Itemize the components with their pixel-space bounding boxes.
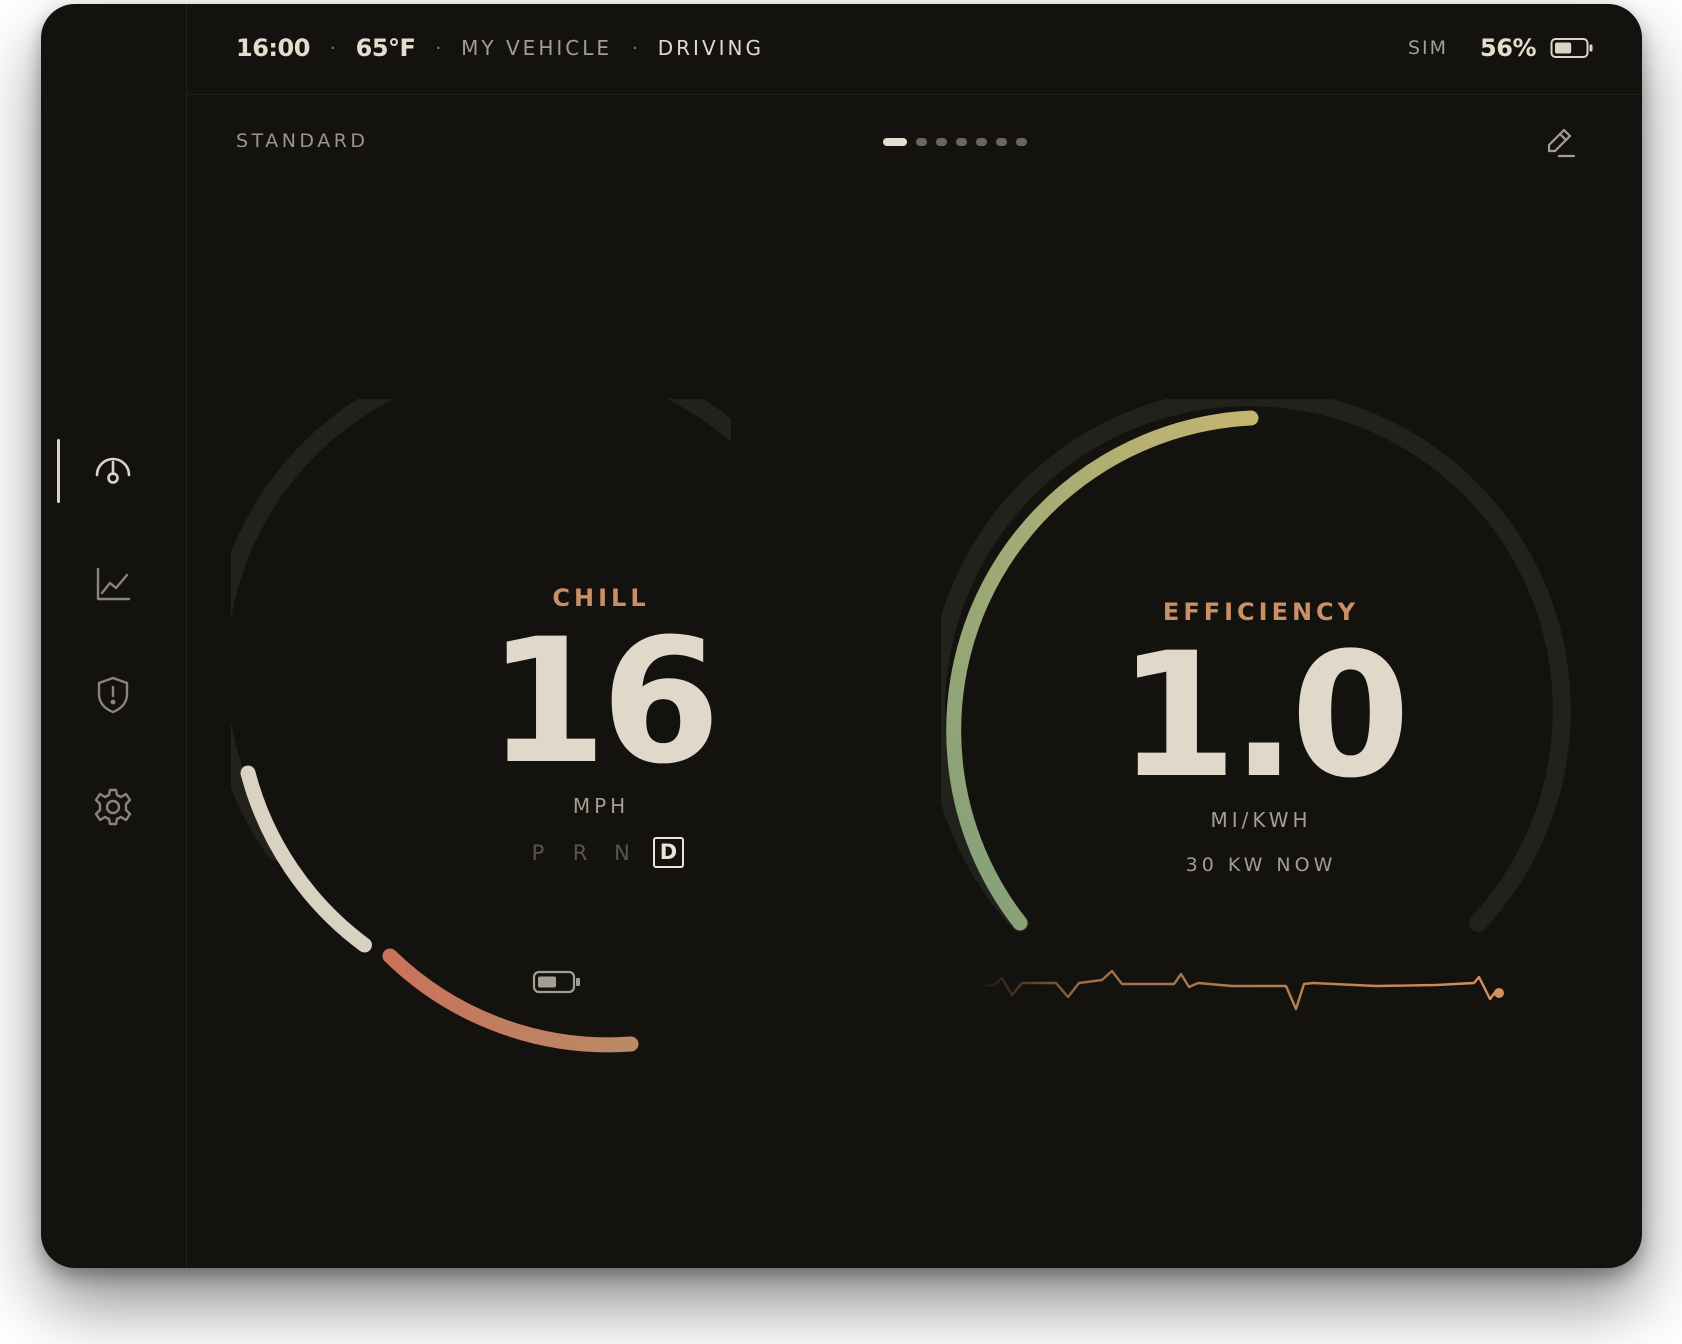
sidebar-item-gauge[interactable] xyxy=(83,441,143,501)
status-right: SIM 56% xyxy=(1408,34,1594,62)
speed-readout: CHILL 16 MPH xyxy=(401,584,801,818)
page-dot[interactable] xyxy=(976,138,987,146)
drive-state: DRIVING xyxy=(657,36,764,60)
speed-unit: MPH xyxy=(572,794,630,818)
active-nav-indicator xyxy=(57,439,60,503)
outside-temperature: 65°F xyxy=(355,34,416,62)
page-dot[interactable] xyxy=(956,138,967,146)
speed-value: 16 xyxy=(487,601,720,802)
sidebar xyxy=(41,4,187,1268)
gear-d[interactable]: D xyxy=(653,837,684,868)
gear-r[interactable]: R xyxy=(569,841,591,865)
regen-arc xyxy=(382,948,639,1053)
gear-p[interactable]: P xyxy=(527,841,549,865)
gear-n[interactable]: N xyxy=(611,841,633,865)
sidebar-item-chart[interactable] xyxy=(83,554,143,614)
edit-button[interactable] xyxy=(1540,122,1580,162)
sidebar-item-settings[interactable] xyxy=(83,777,143,837)
drive-mode-profile[interactable]: STANDARD xyxy=(236,130,369,152)
sparkline-current-point xyxy=(1494,988,1504,998)
gear-icon xyxy=(94,788,132,826)
efficiency-sparkline xyxy=(976,969,1504,1011)
vehicle-name[interactable]: MY VEHICLE xyxy=(461,36,612,60)
page-dot[interactable] xyxy=(916,138,927,146)
page-dot[interactable] xyxy=(936,138,947,146)
separator-dot: · xyxy=(632,37,638,59)
efficiency-value: 1.0 xyxy=(1117,615,1411,816)
separator-dot: · xyxy=(329,37,336,59)
page-dot[interactable] xyxy=(996,138,1007,146)
device-frame: 16:00 · 65°F · MY VEHICLE · DRIVING SIM … xyxy=(41,4,1642,1268)
status-bar: 16:00 · 65°F · MY VEHICLE · DRIVING SIM … xyxy=(187,4,1642,95)
power-now: 30 KW NOW xyxy=(1185,854,1337,876)
pencil-icon xyxy=(1547,128,1576,158)
gear-selector: P R N D xyxy=(527,837,684,868)
battery-percent: 56% xyxy=(1480,34,1536,62)
gauge-icon xyxy=(95,457,131,484)
battery-icon xyxy=(532,970,580,994)
sidebar-item-safety[interactable] xyxy=(83,665,143,725)
chart-icon xyxy=(96,567,131,601)
page-dot[interactable] xyxy=(1016,138,1027,146)
speed-arc xyxy=(240,765,372,953)
sim-badge: SIM xyxy=(1407,37,1449,59)
page-dot-active[interactable] xyxy=(883,138,907,146)
status-left: 16:00 · 65°F · MY VEHICLE · DRIVING xyxy=(236,34,764,62)
separator-dot: · xyxy=(435,37,442,59)
shield-alert-icon xyxy=(97,676,129,714)
battery-icon xyxy=(1550,38,1593,58)
page-indicator xyxy=(883,138,1027,146)
clock-time: 16:00 xyxy=(236,34,310,62)
efficiency-readout: EFFICIENCY 1.0 MI/KWH 30 KW NOW xyxy=(1061,598,1461,876)
